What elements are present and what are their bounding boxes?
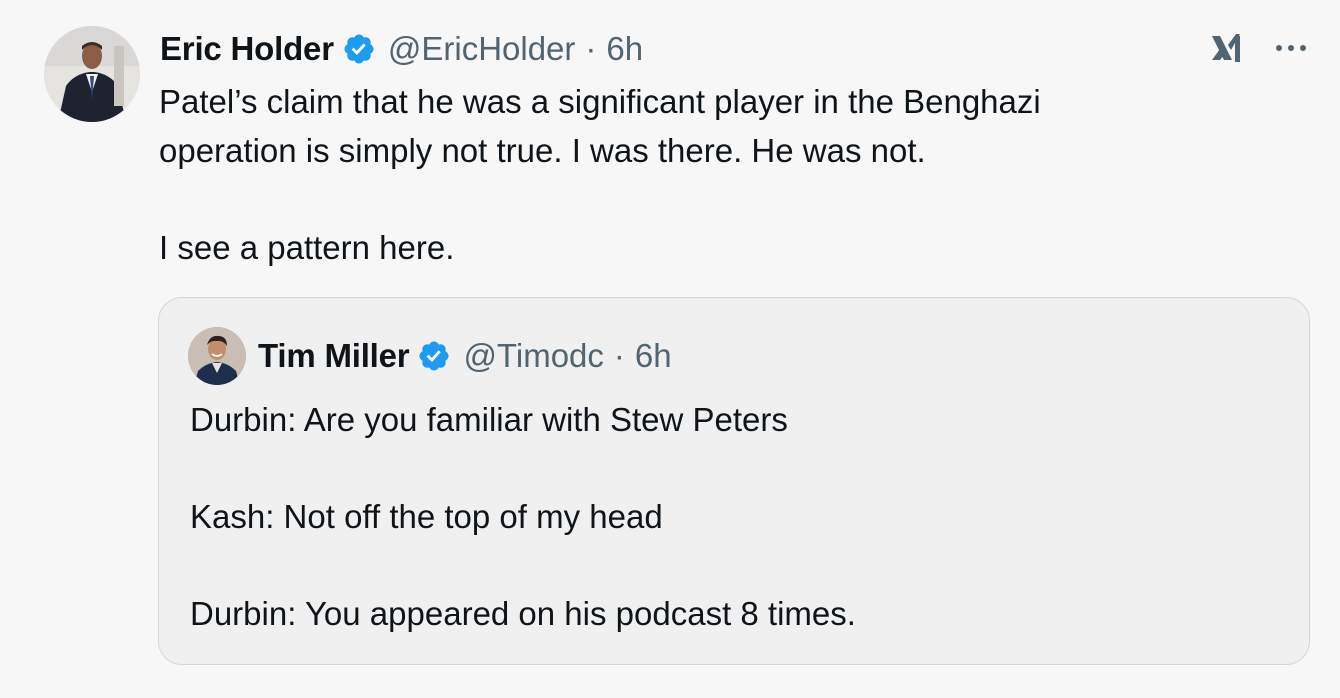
grok-icon[interactable] bbox=[1206, 28, 1246, 68]
quoted-tweet[interactable]: Tim Miller @Timodc · 6h Durbin: Are you … bbox=[158, 297, 1310, 665]
author-avatar[interactable] bbox=[44, 26, 140, 122]
avatar-photo-tim-miller bbox=[188, 327, 246, 385]
author-name[interactable]: Eric Holder bbox=[160, 26, 334, 72]
verified-badge-icon bbox=[342, 32, 376, 66]
tweet-text-line: operation is simply not true. I was ther… bbox=[159, 131, 926, 169]
quoted-text-line: Durbin: Are you familiar with Stew Peter… bbox=[190, 401, 788, 438]
quoted-tweet-body: Durbin: Are you familiar with Stew Peter… bbox=[190, 396, 1270, 639]
quoted-text-line: Durbin: You appeared on his podcast 8 ti… bbox=[190, 595, 856, 632]
quoted-text-line: Kash: Not off the top of my head bbox=[190, 498, 663, 535]
tweet-top-actions bbox=[1206, 28, 1306, 68]
separator-dot: · bbox=[585, 30, 597, 67]
tweet-text-line: I see a pattern here. bbox=[159, 228, 455, 266]
timestamp[interactable]: 6h bbox=[606, 26, 643, 72]
more-options-icon[interactable] bbox=[1276, 28, 1306, 68]
quoted-timestamp[interactable]: 6h bbox=[635, 333, 672, 379]
quoted-author-avatar[interactable] bbox=[188, 327, 246, 385]
tweet-header: Eric Holder @EricHolder · 6h bbox=[160, 26, 643, 72]
avatar-photo-eric-holder bbox=[44, 26, 140, 122]
author-handle[interactable]: @EricHolder bbox=[388, 26, 576, 72]
separator-dot: · bbox=[613, 337, 625, 374]
tweet-card[interactable]: Eric Holder @EricHolder · 6h Patel’s cla… bbox=[0, 0, 1340, 698]
quoted-author-handle[interactable]: @Timodc bbox=[463, 333, 603, 379]
tweet-text-line: Patel’s claim that he was a significant … bbox=[159, 83, 1041, 120]
verified-badge-icon bbox=[417, 339, 451, 373]
quoted-author-name[interactable]: Tim Miller bbox=[258, 333, 410, 379]
quoted-tweet-header: Tim Miller @Timodc · 6h bbox=[258, 333, 672, 379]
tweet-body: Patel’s claim that he was a significant … bbox=[159, 78, 1299, 272]
